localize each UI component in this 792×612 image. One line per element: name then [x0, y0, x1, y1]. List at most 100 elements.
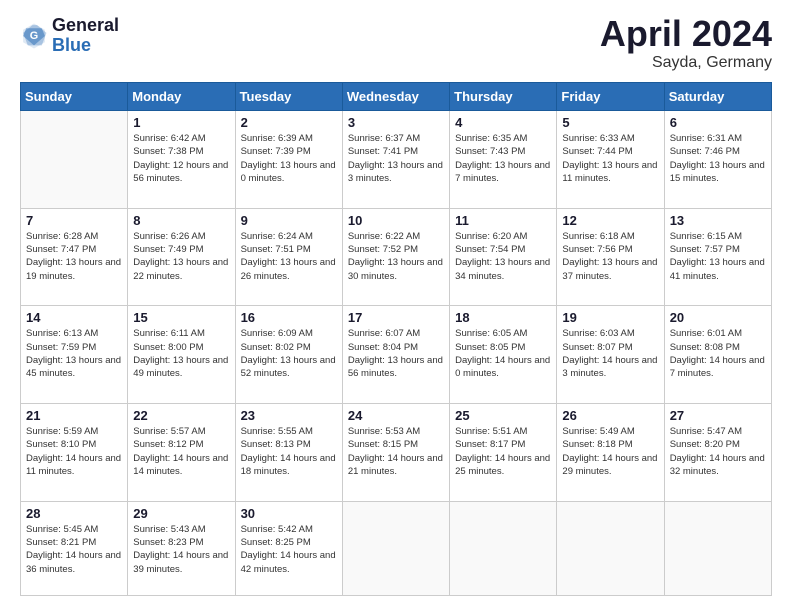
- calendar-table: SundayMondayTuesdayWednesdayThursdayFrid…: [20, 82, 772, 596]
- day-number: 4: [455, 115, 551, 130]
- calendar-cell: 13 Sunrise: 6:15 AM Sunset: 7:57 PM Dayli…: [664, 208, 771, 306]
- page: G General Blue April 2024 Sayda, Germany…: [0, 0, 792, 612]
- day-number: 11: [455, 213, 551, 228]
- calendar-cell: 29 Sunrise: 5:43 AM Sunset: 8:23 PM Dayli…: [128, 501, 235, 595]
- calendar-cell: 16Sunrise: 6:09 AM Sunset: 8:02 PM Dayli…: [235, 306, 342, 404]
- day-info: Sunrise: 5:43 AM Sunset: 8:23 PM Dayligh…: [133, 523, 229, 576]
- day-number: 9: [241, 213, 337, 228]
- day-number: 7: [26, 213, 122, 228]
- calendar-cell: 11Sunrise: 6:20 AM Sunset: 7:54 PM Dayli…: [450, 208, 557, 306]
- day-number: 12: [562, 213, 658, 228]
- calendar-cell: [21, 111, 128, 209]
- logo-icon: G: [20, 22, 48, 50]
- day-info: Sunrise: 6:22 AM Sunset: 7:52 PM Dayligh…: [348, 230, 444, 283]
- calendar-cell: 17Sunrise: 6:07 AM Sunset: 8:04 PM Dayli…: [342, 306, 449, 404]
- calendar-cell: 8 Sunrise: 6:26 AM Sunset: 7:49 PM Daylig…: [128, 208, 235, 306]
- day-number: 15: [133, 310, 229, 325]
- title-block: April 2024 Sayda, Germany: [600, 16, 772, 72]
- calendar-cell: 25 Sunrise: 5:51 AM Sunset: 8:17 PM Dayli…: [450, 403, 557, 501]
- day-info: Sunrise: 6:39 AM Sunset: 7:39 PM Dayligh…: [241, 132, 337, 185]
- calendar-cell: 3 Sunrise: 6:37 AM Sunset: 7:41 PM Daylig…: [342, 111, 449, 209]
- day-number: 23: [241, 408, 337, 423]
- day-info: Sunrise: 5:49 AM Sunset: 8:18 PM Dayligh…: [562, 425, 658, 478]
- calendar-cell: 5Sunrise: 6:33 AM Sunset: 7:44 PM Daylig…: [557, 111, 664, 209]
- month-title: April 2024: [600, 16, 772, 52]
- day-number: 28: [26, 506, 122, 521]
- calendar-cell: 9 Sunrise: 6:24 AM Sunset: 7:51 PM Daylig…: [235, 208, 342, 306]
- calendar-week-1: 1 Sunrise: 6:42 AM Sunset: 7:38 PM Daylig…: [21, 111, 772, 209]
- day-number: 22: [133, 408, 229, 423]
- day-info: Sunrise: 6:07 AM Sunset: 8:04 PM Dayligh…: [348, 327, 444, 380]
- day-info: Sunrise: 6:24 AM Sunset: 7:51 PM Dayligh…: [241, 230, 337, 283]
- day-info: Sunrise: 6:26 AM Sunset: 7:49 PM Dayligh…: [133, 230, 229, 283]
- calendar-week-2: 7 Sunrise: 6:28 AM Sunset: 7:47 PM Daylig…: [21, 208, 772, 306]
- day-number: 25: [455, 408, 551, 423]
- day-number: 1: [133, 115, 229, 130]
- day-info: Sunrise: 5:45 AM Sunset: 8:21 PM Dayligh…: [26, 523, 122, 576]
- calendar-cell: 12 Sunrise: 6:18 AM Sunset: 7:56 PM Dayli…: [557, 208, 664, 306]
- day-number: 26: [562, 408, 658, 423]
- calendar-cell: 14Sunrise: 6:13 AM Sunset: 7:59 PM Dayli…: [21, 306, 128, 404]
- day-number: 24: [348, 408, 444, 423]
- day-number: 8: [133, 213, 229, 228]
- logo: G General Blue: [20, 16, 119, 56]
- calendar-week-5: 28 Sunrise: 5:45 AM Sunset: 8:21 PM Dayli…: [21, 501, 772, 595]
- day-info: Sunrise: 5:51 AM Sunset: 8:17 PM Dayligh…: [455, 425, 551, 478]
- calendar-cell: 26 Sunrise: 5:49 AM Sunset: 8:18 PM Dayli…: [557, 403, 664, 501]
- calendar-header-friday: Friday: [557, 83, 664, 111]
- calendar-cell: [557, 501, 664, 595]
- calendar-cell: 22Sunrise: 5:57 AM Sunset: 8:12 PM Dayli…: [128, 403, 235, 501]
- day-info: Sunrise: 5:55 AM Sunset: 8:13 PM Dayligh…: [241, 425, 337, 478]
- day-number: 2: [241, 115, 337, 130]
- day-info: Sunrise: 6:01 AM Sunset: 8:08 PM Dayligh…: [670, 327, 766, 380]
- calendar-cell: 27Sunrise: 5:47 AM Sunset: 8:20 PM Dayli…: [664, 403, 771, 501]
- calendar-cell: [664, 501, 771, 595]
- calendar-cell: 28 Sunrise: 5:45 AM Sunset: 8:21 PM Dayli…: [21, 501, 128, 595]
- calendar-header-sunday: Sunday: [21, 83, 128, 111]
- day-info: Sunrise: 5:42 AM Sunset: 8:25 PM Dayligh…: [241, 523, 337, 576]
- day-info: Sunrise: 6:11 AM Sunset: 8:00 PM Dayligh…: [133, 327, 229, 380]
- day-number: 6: [670, 115, 766, 130]
- day-info: Sunrise: 6:37 AM Sunset: 7:41 PM Dayligh…: [348, 132, 444, 185]
- calendar-cell: 1 Sunrise: 6:42 AM Sunset: 7:38 PM Daylig…: [128, 111, 235, 209]
- day-info: Sunrise: 6:13 AM Sunset: 7:59 PM Dayligh…: [26, 327, 122, 380]
- calendar-cell: [342, 501, 449, 595]
- day-info: Sunrise: 6:33 AM Sunset: 7:44 PM Dayligh…: [562, 132, 658, 185]
- calendar-cell: 23 Sunrise: 5:55 AM Sunset: 8:13 PM Dayli…: [235, 403, 342, 501]
- day-info: Sunrise: 6:03 AM Sunset: 8:07 PM Dayligh…: [562, 327, 658, 380]
- calendar-cell: [450, 501, 557, 595]
- day-info: Sunrise: 5:53 AM Sunset: 8:15 PM Dayligh…: [348, 425, 444, 478]
- day-info: Sunrise: 6:28 AM Sunset: 7:47 PM Dayligh…: [26, 230, 122, 283]
- calendar-header-saturday: Saturday: [664, 83, 771, 111]
- logo-text: General Blue: [52, 16, 119, 56]
- calendar-header-row: SundayMondayTuesdayWednesdayThursdayFrid…: [21, 83, 772, 111]
- day-number: 20: [670, 310, 766, 325]
- calendar-cell: 30 Sunrise: 5:42 AM Sunset: 8:25 PM Dayli…: [235, 501, 342, 595]
- calendar-cell: 7 Sunrise: 6:28 AM Sunset: 7:47 PM Daylig…: [21, 208, 128, 306]
- day-info: Sunrise: 6:15 AM Sunset: 7:57 PM Dayligh…: [670, 230, 766, 283]
- calendar-cell: 19 Sunrise: 6:03 AM Sunset: 8:07 PM Dayli…: [557, 306, 664, 404]
- day-number: 10: [348, 213, 444, 228]
- day-number: 16: [241, 310, 337, 325]
- calendar-header-thursday: Thursday: [450, 83, 557, 111]
- day-number: 21: [26, 408, 122, 423]
- calendar-week-3: 14Sunrise: 6:13 AM Sunset: 7:59 PM Dayli…: [21, 306, 772, 404]
- header: G General Blue April 2024 Sayda, Germany: [20, 16, 772, 72]
- location-title: Sayda, Germany: [600, 54, 772, 72]
- calendar-cell: 24 Sunrise: 5:53 AM Sunset: 8:15 PM Dayli…: [342, 403, 449, 501]
- day-info: Sunrise: 6:35 AM Sunset: 7:43 PM Dayligh…: [455, 132, 551, 185]
- day-number: 19: [562, 310, 658, 325]
- calendar-cell: 20 Sunrise: 6:01 AM Sunset: 8:08 PM Dayli…: [664, 306, 771, 404]
- day-number: 3: [348, 115, 444, 130]
- calendar-cell: 2 Sunrise: 6:39 AM Sunset: 7:39 PM Daylig…: [235, 111, 342, 209]
- day-info: Sunrise: 6:18 AM Sunset: 7:56 PM Dayligh…: [562, 230, 658, 283]
- day-number: 30: [241, 506, 337, 521]
- day-info: Sunrise: 6:31 AM Sunset: 7:46 PM Dayligh…: [670, 132, 766, 185]
- calendar-header-monday: Monday: [128, 83, 235, 111]
- day-number: 13: [670, 213, 766, 228]
- day-info: Sunrise: 6:42 AM Sunset: 7:38 PM Dayligh…: [133, 132, 229, 185]
- calendar-cell: 15 Sunrise: 6:11 AM Sunset: 8:00 PM Dayli…: [128, 306, 235, 404]
- day-number: 18: [455, 310, 551, 325]
- calendar-cell: 6 Sunrise: 6:31 AM Sunset: 7:46 PM Daylig…: [664, 111, 771, 209]
- day-number: 29: [133, 506, 229, 521]
